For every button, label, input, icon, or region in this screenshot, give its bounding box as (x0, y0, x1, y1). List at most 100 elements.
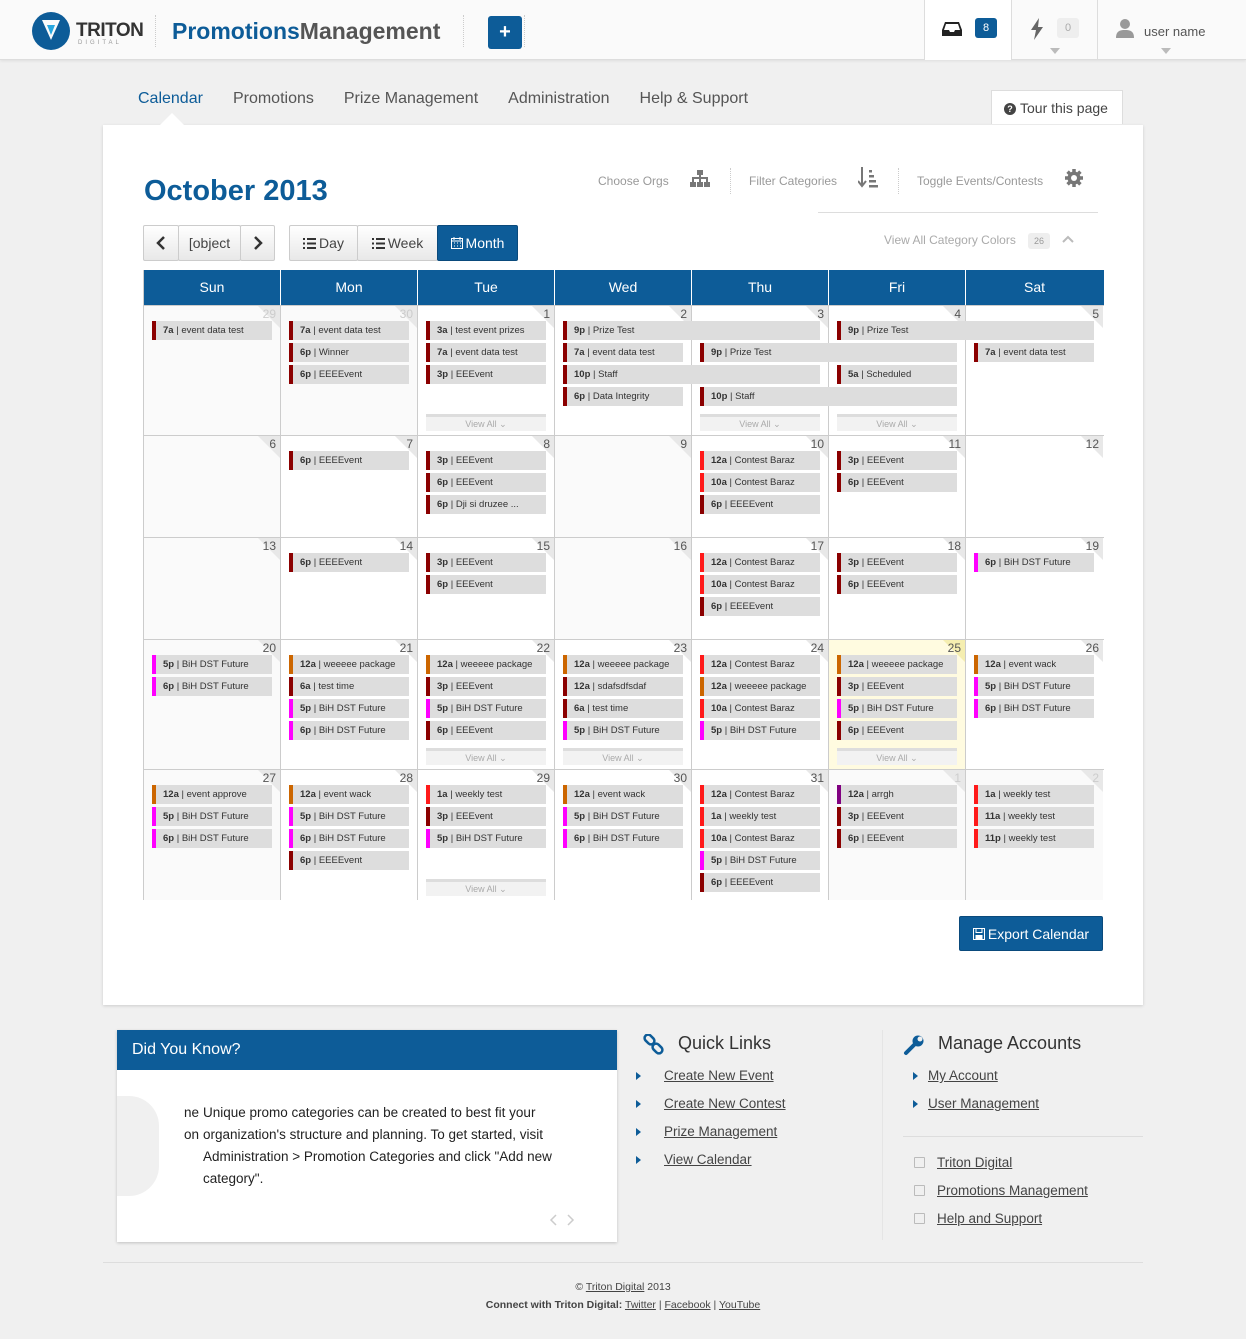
month-view-button[interactable]: Month (437, 225, 518, 261)
today-button[interactable]: [object Object] (178, 225, 241, 285)
calendar-event[interactable]: 6p | BiH DST Future (289, 721, 409, 740)
calendar-event[interactable]: 6p | EEEEvent (700, 597, 820, 616)
day-cell[interactable]: 12 (966, 436, 1103, 537)
calendar-event[interactable]: 6p | BiH DST Future (152, 677, 272, 696)
nav-prize-management[interactable]: Prize Management (344, 90, 478, 108)
add-new-button[interactable]: + (488, 16, 522, 49)
day-cell[interactable]: 16 (555, 538, 692, 639)
calendar-event[interactable]: 6p | EEEvent (426, 575, 546, 594)
calendar-event[interactable]: 6p | EEEvent (837, 721, 957, 740)
view-all-events-link[interactable]: View All ⌄ (837, 748, 957, 765)
calendar-event[interactable]: 12a | Contest Baraz (700, 451, 820, 470)
calendar-event[interactable]: 5p | BiH DST Future (974, 677, 1094, 696)
view-all-events-link[interactable]: View All ⌄ (426, 748, 546, 765)
calendar-event[interactable]: 7a | event data test (563, 343, 683, 362)
calendar-event[interactable]: 12a | weeeee package (563, 655, 683, 674)
day-cell[interactable]: 13 (144, 538, 281, 639)
calendar-event[interactable]: 3p | EEEvent (837, 451, 957, 470)
inbox-menu[interactable]: 8 (924, 0, 1011, 60)
nav-calendar[interactable]: Calendar (138, 90, 203, 108)
calendar-event[interactable]: 1a | weekly test (700, 807, 820, 826)
calendar-event[interactable]: 12a | arrgh (837, 785, 957, 804)
user-management-link[interactable]: User Management (928, 1096, 1039, 1111)
chevron-right-icon[interactable] (567, 1214, 575, 1226)
my-account-link[interactable]: My Account (928, 1068, 998, 1083)
calendar-event[interactable]: 6p | Winner (289, 343, 409, 362)
calendar-event[interactable]: 5p | BiH DST Future (152, 807, 272, 826)
day-view-button[interactable]: Day (289, 225, 358, 261)
help-and-support-link[interactable]: Help and Support (937, 1211, 1042, 1226)
calendar-event[interactable]: 6p | BiH DST Future (974, 699, 1094, 718)
view-all-events-link[interactable]: View All ⌄ (837, 414, 957, 431)
calendar-event[interactable]: 6a | test time (563, 699, 683, 718)
calendar-event[interactable]: 10a | Contest Baraz (700, 575, 820, 594)
calendar-event[interactable]: 7a | event data test (152, 321, 272, 340)
calendar-event[interactable]: 6p | EEEEvent (289, 451, 409, 470)
calendar-event[interactable]: 12a | event approve (152, 785, 272, 804)
calendar-event[interactable]: 5p | BiH DST Future (563, 807, 683, 826)
calendar-event[interactable]: 5p | BiH DST Future (563, 721, 683, 740)
facebook-link[interactable]: Facebook (664, 1299, 710, 1311)
chevron-left-icon[interactable] (549, 1214, 557, 1226)
calendar-event[interactable]: 5p | BiH DST Future (426, 829, 546, 848)
calendar-event[interactable]: 10p | Staff (563, 365, 820, 384)
calendar-event[interactable]: 5p | BiH DST Future (700, 721, 820, 740)
calendar-event[interactable]: 12a | weeeee package (837, 655, 957, 674)
create-new-contest-link[interactable]: Create New Contest (664, 1096, 786, 1111)
calendar-event[interactable]: 3p | EEEvent (426, 807, 546, 826)
calendar-event[interactable]: 12a | event wack (974, 655, 1094, 674)
calendar-event[interactable]: 1a | weekly test (974, 785, 1094, 804)
calendar-event[interactable]: 11a | weekly test (974, 807, 1094, 826)
nav-help-support[interactable]: Help & Support (640, 90, 749, 108)
view-all-events-link[interactable]: View All ⌄ (426, 879, 546, 896)
triton-digital-link[interactable]: Triton Digital (937, 1155, 1012, 1170)
day-cell[interactable]: 6 (144, 436, 281, 537)
calendar-event[interactable]: 3p | EEEvent (426, 677, 546, 696)
calendar-event[interactable]: 7a | event data test (289, 321, 409, 340)
calendar-event[interactable]: 5p | BiH DST Future (426, 699, 546, 718)
calendar-event[interactable]: 5p | BiH DST Future (837, 699, 957, 718)
calendar-event[interactable]: 12a | Contest Baraz (700, 785, 820, 804)
calendar-event[interactable]: 6p | Dji si druzee ... (426, 495, 546, 514)
calendar-event[interactable]: 11p | weekly test (974, 829, 1094, 848)
tour-page-button[interactable]: ? Tour this page (991, 90, 1123, 124)
footer-company-link[interactable]: Triton Digital (586, 1281, 645, 1293)
calendar-event[interactable]: 5p | BiH DST Future (700, 851, 820, 870)
calendar-event[interactable]: 3p | EEEvent (837, 553, 957, 572)
twitter-link[interactable]: Twitter (625, 1299, 656, 1311)
calendar-event[interactable]: 6p | BiH DST Future (974, 553, 1094, 572)
calendar-event[interactable]: 5p | BiH DST Future (289, 807, 409, 826)
calendar-event[interactable]: 5p | BiH DST Future (289, 699, 409, 718)
calendar-event[interactable]: 12a | event wack (563, 785, 683, 804)
week-view-button[interactable]: Week (357, 225, 438, 261)
calendar-event[interactable]: 12a | event wack (289, 785, 409, 804)
view-all-events-link[interactable]: View All ⌄ (700, 414, 820, 431)
toggle-events-contests-button[interactable]: Toggle Events/Contests (917, 169, 1083, 188)
prev-month-button[interactable] (143, 225, 179, 261)
alerts-menu[interactable]: 0 (1011, 0, 1097, 60)
calendar-event[interactable]: 10a | Contest Baraz (700, 473, 820, 492)
calendar-event[interactable]: 6a | test time (289, 677, 409, 696)
calendar-event[interactable]: 12a | weeeee package (289, 655, 409, 674)
calendar-event[interactable]: 6p | EEEEvent (700, 495, 820, 514)
calendar-event[interactable]: 6p | EEEvent (837, 575, 957, 594)
calendar-event[interactable]: 12a | Contest Baraz (700, 553, 820, 572)
chevron-up-icon[interactable] (1062, 235, 1074, 244)
calendar-event[interactable]: 3p | EEEvent (837, 807, 957, 826)
calendar-event[interactable]: 6p | EEEEvent (289, 365, 409, 384)
view-all-events-link[interactable]: View All ⌄ (426, 414, 546, 431)
calendar-event[interactable]: 12a | weeeee package (700, 677, 820, 696)
calendar-event[interactable]: 12a | Contest Baraz (700, 655, 820, 674)
calendar-event[interactable]: 6p | EEEEvent (700, 873, 820, 892)
youtube-link[interactable]: YouTube (719, 1299, 760, 1311)
calendar-event[interactable]: 3p | EEEvent (426, 451, 546, 470)
create-new-event-link[interactable]: Create New Event (664, 1068, 774, 1083)
calendar-event[interactable]: 10a | Contest Baraz (700, 699, 820, 718)
calendar-event[interactable]: 5a | Scheduled (837, 365, 957, 384)
calendar-event[interactable]: 6p | EEEvent (837, 473, 957, 492)
calendar-event[interactable]: 12a | sdafsdfsdaf (563, 677, 683, 696)
filter-categories-button[interactable]: Filter Categories (749, 167, 878, 188)
promotions-management-link[interactable]: Promotions Management (937, 1183, 1088, 1198)
nav-administration[interactable]: Administration (508, 90, 609, 108)
calendar-event[interactable]: 6p | BiH DST Future (289, 829, 409, 848)
